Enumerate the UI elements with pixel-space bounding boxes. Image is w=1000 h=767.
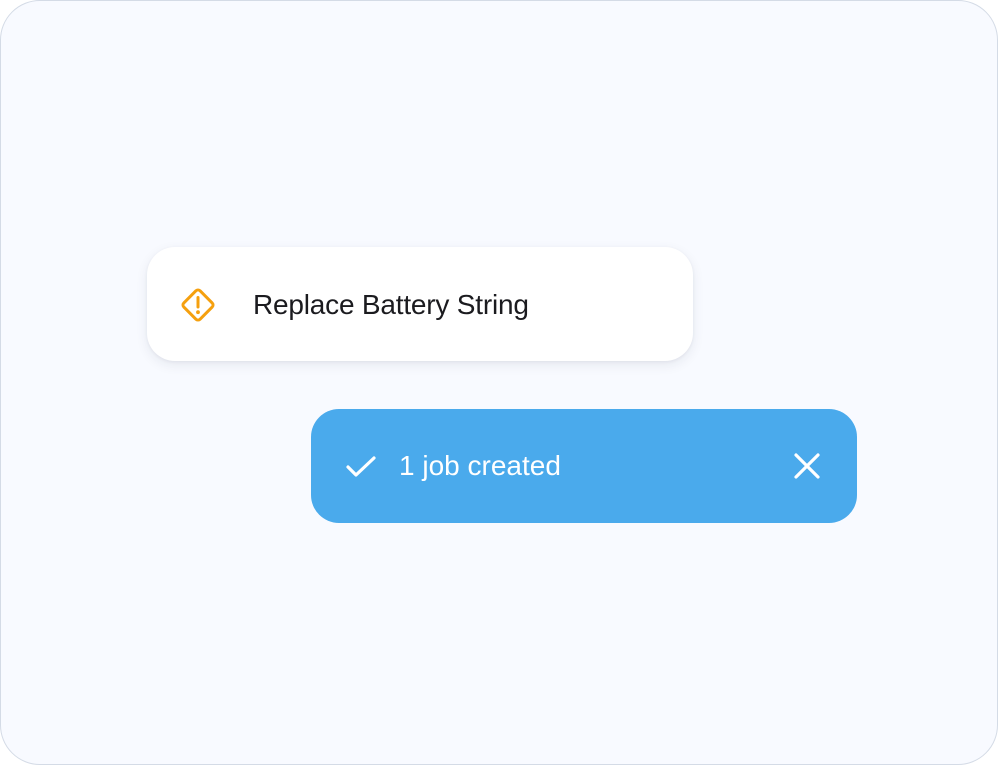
success-toast: 1 job created — [311, 409, 857, 523]
close-icon[interactable] — [791, 450, 823, 482]
toast-message: 1 job created — [399, 450, 561, 481]
check-icon — [345, 450, 377, 482]
job-title: Replace Battery String — [253, 289, 529, 320]
warning-diamond-icon — [178, 285, 218, 325]
job-card[interactable]: Replace Battery String — [147, 247, 693, 361]
app-frame: Replace Battery String 1 job created — [0, 0, 998, 765]
